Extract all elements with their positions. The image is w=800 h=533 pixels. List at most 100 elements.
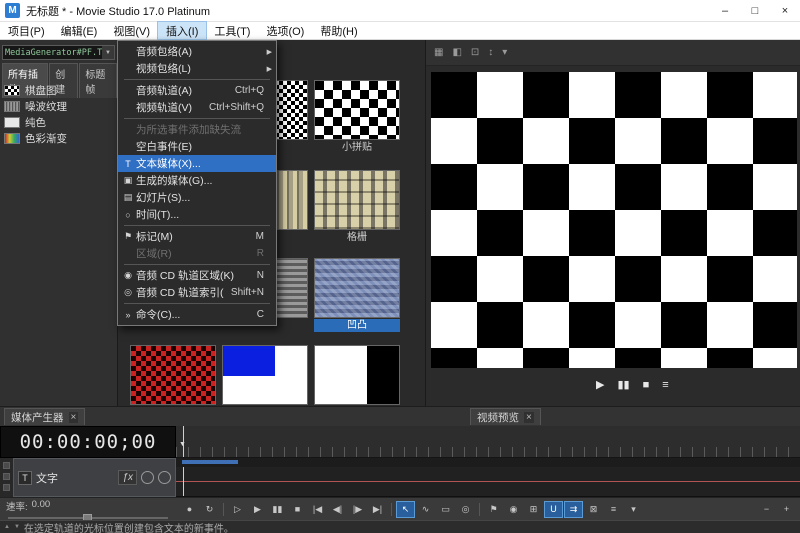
menu-item-label: 音频轨道(A) (136, 83, 228, 98)
tab-media-generator[interactable]: 媒体产生器 × (4, 408, 85, 425)
auto-ripple-button[interactable]: ⇉ (564, 501, 583, 518)
menu-item-text-media[interactable]: T 文本媒体(X)... (118, 155, 276, 172)
timeline-ruler[interactable]: ▼ (176, 426, 800, 458)
chevron-down-icon[interactable]: ▾ (502, 47, 507, 58)
tab-video-preview[interactable]: 视频预览 × (470, 408, 541, 425)
generator-item-label: 纯色 (25, 115, 46, 130)
preview-pause-button[interactable]: ▮▮ (617, 378, 629, 391)
preset-bump-selected[interactable]: 凹凸 (314, 258, 400, 332)
menu-item-command[interactable]: » 命令(C)... C (118, 306, 276, 323)
menu-item-video-track[interactable]: 视频轨道(V) Ctrl+Shift+Q (118, 99, 276, 116)
zoom-tool-button[interactable]: ◎ (456, 501, 475, 518)
maximize-button[interactable]: □ (740, 0, 770, 21)
loop-region[interactable] (182, 460, 238, 464)
track-fx-button[interactable]: ƒx (118, 470, 137, 485)
next-frame-button[interactable]: |▶ (348, 501, 367, 518)
menu-edit[interactable]: 编辑(E) (53, 22, 106, 39)
edit-cursor[interactable] (183, 426, 184, 457)
play-from-start-button[interactable]: ▷ (228, 501, 247, 518)
menu-item-time[interactable]: ○ 时间(T)... (118, 206, 276, 223)
track-name[interactable]: 文字 (36, 470, 114, 486)
menu-item-generated-media[interactable]: ▣ 生成的媒体(G)... (118, 172, 276, 189)
menu-item-slideshow[interactable]: ▤ 幻灯片(S)... (118, 189, 276, 206)
menu-item-shortcut: Ctrl+Shift+Q (209, 102, 264, 113)
marker-flag-icon: ⚑ (120, 231, 136, 242)
tab-label: 视频预览 (477, 410, 519, 425)
envelope-tool-button[interactable]: ∿ (416, 501, 435, 518)
menu-item-cd-track-region[interactable]: ◉ 音频 CD 轨道区域(K) N (118, 267, 276, 284)
pause-button[interactable]: ▮▮ (268, 501, 287, 518)
preview-stop-button[interactable]: ■ (643, 379, 650, 391)
menu-insert[interactable]: 插入(I) (158, 22, 206, 39)
lock-button[interactable]: ⊠ (584, 501, 603, 518)
split-screen-icon[interactable]: ◧ (452, 47, 461, 58)
mute-button[interactable] (141, 471, 154, 484)
app-window: M 无标题 * - Movie Studio 17.0 Platinum – □… (0, 0, 800, 533)
generator-item-checkerboard[interactable]: 棋盘图 (0, 82, 118, 98)
preview-menu-icon[interactable]: ≡ (662, 379, 668, 391)
generator-dropdown[interactable]: MediaGenerator#PF.Trans ▼ (2, 45, 115, 60)
preset-lattice[interactable]: 格栅 (314, 170, 400, 244)
generator-item-solid-color[interactable]: 纯色 (0, 114, 118, 130)
close-button[interactable]: × (770, 0, 800, 21)
menu-item-cd-track-index[interactable]: ◎ 音频 CD 轨道索引(I) Shift+N (118, 284, 276, 301)
menu-item-video-envelope[interactable]: 视频包络(L) ▶ (118, 60, 276, 77)
menu-project[interactable]: 项目(P) (0, 22, 53, 39)
grid-button[interactable]: ⊞ (524, 501, 543, 518)
go-to-start-button[interactable]: |◀ (308, 501, 327, 518)
selection-tool-button[interactable]: ▭ (436, 501, 455, 518)
fit-icon[interactable]: ↕ (488, 47, 493, 58)
rate-label: 速率: (6, 499, 28, 513)
cd-layout-button[interactable]: ◉ (504, 501, 523, 518)
scroll-down-icon: ▼ (14, 524, 20, 530)
app-icon: M (5, 3, 20, 18)
previous-frame-button[interactable]: ◀| (328, 501, 347, 518)
overlays-icon[interactable]: ⊡ (471, 47, 479, 58)
zoom-in-button[interactable]: + (777, 501, 796, 518)
close-icon[interactable]: × (524, 412, 534, 423)
status-text: 在选定轨道的光标位置创建包含文本的新事件。 (24, 520, 234, 533)
loop-playback-button[interactable]: ↻ (200, 501, 219, 518)
edit-tool-button[interactable]: ↖ (396, 501, 415, 518)
zoom-out-button[interactable]: − (757, 501, 776, 518)
list-button[interactable]: ≡ (604, 501, 623, 518)
menu-view[interactable]: 视图(V) (105, 22, 158, 39)
stop-button[interactable]: ■ (288, 501, 307, 518)
menu-separator (124, 118, 270, 119)
menu-help[interactable]: 帮助(H) (312, 22, 365, 39)
generator-item-gradient[interactable]: 色彩渐变 (0, 130, 118, 146)
preset-small-tiles[interactable]: 小拼贴 (314, 80, 400, 154)
timeline-track-lane[interactable] (176, 467, 800, 497)
menubar: 项目(P) 编辑(E) 视图(V) 插入(I) 工具(T) 选项(O) 帮助(H… (0, 22, 800, 40)
record-button[interactable]: ● (180, 501, 199, 518)
menu-item-audio-track[interactable]: 音频轨道(A) Ctrl+Q (118, 82, 276, 99)
menu-options[interactable]: 选项(O) (258, 22, 312, 39)
generator-item-noise[interactable]: 噪波纹理 (0, 98, 118, 114)
timecode-display[interactable]: 00:00:00;00 (0, 426, 176, 458)
close-icon[interactable]: × (69, 412, 79, 423)
menu-item-shortcut: Ctrl+Q (235, 85, 264, 96)
menu-item-empty-event[interactable]: 空白事件(E) (118, 138, 276, 155)
go-to-end-button[interactable]: ▶| (368, 501, 387, 518)
loop-region-bar[interactable] (176, 458, 800, 467)
menu-item-audio-envelope[interactable]: 音频包络(A) ▶ (118, 43, 276, 60)
preset-item[interactable] (314, 345, 400, 406)
preset-item[interactable] (222, 345, 308, 406)
snap-button[interactable]: U (544, 501, 563, 518)
play-button[interactable]: ▶ (248, 501, 267, 518)
expand-button[interactable]: ▾ (624, 501, 643, 518)
menu-tools[interactable]: 工具(T) (206, 22, 258, 39)
marker-tool-button[interactable]: ⚑ (484, 501, 503, 518)
track-header[interactable]: T 文字 ƒx (13, 458, 176, 497)
preset-item[interactable] (130, 345, 216, 406)
menu-item-label: 音频 CD 轨道区域(K) (136, 268, 250, 283)
preview-quality-icon[interactable]: ▦ (434, 47, 443, 58)
minimize-button[interactable]: – (710, 0, 740, 21)
solid-color-icon (4, 117, 20, 128)
menu-item-marker[interactable]: ⚑ 标记(M) M (118, 228, 276, 245)
media-generator-panel: MediaGenerator#PF.Trans ▼ 所有插件 创建 标题帧 棋盘… (0, 40, 118, 406)
menu-item-label: 生成的媒体(G)... (136, 173, 257, 188)
solo-button[interactable] (158, 471, 171, 484)
preview-play-button[interactable]: ▶ (596, 378, 604, 391)
edit-cursor[interactable] (183, 467, 184, 496)
